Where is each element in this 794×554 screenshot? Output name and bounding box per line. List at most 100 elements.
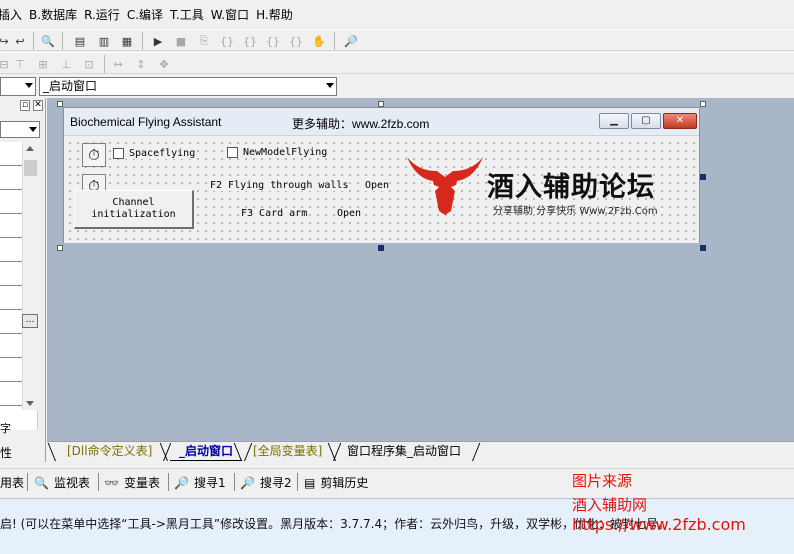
stop-icon[interactable]: ■ <box>173 33 189 49</box>
window-controls: ▁ ▢ ✕ <box>599 113 697 129</box>
window-subtitle: 更多辅助：www.2fzb.com <box>292 117 430 131</box>
channel-init-button[interactable]: Channel initialization <box>74 190 194 229</box>
step-icon[interactable]: ⎘ <box>196 33 212 49</box>
tab-label: 用表 <box>0 476 25 490</box>
object-combo[interactable] <box>0 77 36 96</box>
tab-global-vars[interactable]: [全局变量表] <box>233 443 342 461</box>
scroll-thumb[interactable] <box>24 160 37 176</box>
ellipsis-button[interactable]: … <box>22 314 38 328</box>
same-height-icon[interactable]: ↕ <box>133 56 149 72</box>
step-out-icon[interactable]: {} <box>265 33 281 49</box>
align-grid-icon[interactable]: ⊡ <box>81 56 97 72</box>
close-button[interactable]: ✕ <box>663 113 697 129</box>
step-over-icon[interactable]: {} <box>242 33 258 49</box>
panel-header-buttons: ▫ ✕ <box>20 100 43 111</box>
hand-icon[interactable]: ✋ <box>311 33 327 49</box>
menu-database[interactable]: B.数据库 <box>29 6 84 23</box>
window-combo-value: _启动窗口 <box>43 79 98 93</box>
tab-label: 窗口程序集_启动窗口 <box>347 444 462 458</box>
toolbar-separator <box>62 32 63 50</box>
maximize-icon: ▢ <box>641 115 651 126</box>
toolbar-separator <box>104 55 105 73</box>
newmodelflying-checkbox[interactable]: NewModelFlying <box>227 147 328 158</box>
find-icon[interactable]: 🔍 <box>40 33 56 49</box>
tab-label: 变量表 <box>123 476 160 490</box>
spaceflying-checkbox[interactable]: Spaceflying <box>113 148 196 159</box>
glasses-icon: 👓 <box>104 475 119 490</box>
tab-dll-commands[interactable]: [Dll命令定义表] <box>47 443 172 461</box>
step-into-icon[interactable]: {} <box>219 33 235 49</box>
window-title: Biochemical Flying Assistant <box>70 115 222 129</box>
tab-search-1[interactable]: 🔎 搜寻1 <box>174 474 226 491</box>
stopwatch-icon[interactable]: ⏱ <box>82 143 106 167</box>
f2-label: F2 Flying through walls <box>210 180 349 191</box>
layout-table-icon[interactable]: ▦ <box>119 33 135 49</box>
menu-tools[interactable]: T.工具 <box>170 6 211 23</box>
tab-label: 搜寻2 <box>259 476 292 490</box>
chevron-down-icon <box>25 83 33 88</box>
toolbar-separator <box>27 473 28 491</box>
minimize-button[interactable]: ▁ <box>599 113 629 129</box>
pin-icon[interactable]: ▫ <box>20 100 30 111</box>
run-icon[interactable]: ▶ <box>150 33 166 49</box>
redo-icon[interactable]: ↪ <box>0 33 12 49</box>
find-icon: 🔎 <box>174 475 189 490</box>
resize-handle[interactable] <box>700 101 706 107</box>
tab-variables[interactable]: 👓 变量表 <box>104 474 160 491</box>
close-icon[interactable]: ✕ <box>33 100 43 111</box>
scroll-up-icon[interactable] <box>26 146 34 151</box>
tab-label: 搜寻1 <box>193 476 226 490</box>
property-row-label: 字 <box>0 422 11 435</box>
tab-watch[interactable]: 🔍 监视表 <box>34 474 90 491</box>
toolbar-separator <box>33 32 34 50</box>
align-top-icon[interactable]: ⊤ <box>12 56 28 72</box>
toolbar-separator <box>98 473 99 491</box>
tab-search-2[interactable]: 🔎 搜寻2 <box>240 474 292 491</box>
menu-help[interactable]: H.帮助 <box>256 6 300 23</box>
window-combo[interactable]: _启动窗口 <box>39 77 337 96</box>
menu-compile[interactable]: C.编译 <box>127 6 170 23</box>
property-scrollbar[interactable] <box>22 142 38 410</box>
window-titlebar: Biochemical Flying Assistant 更多辅助：www.2f… <box>64 108 699 136</box>
layout-window-icon[interactable]: ▤ <box>72 33 88 49</box>
watermark-line-3: https://www.2fzb.com <box>572 515 746 534</box>
output-toolbar: 用表 🔍 监视表 👓 变量表 🔎 搜寻1 🔎 搜寻2 ▤ 剪辑历史 <box>0 468 794 496</box>
same-width-icon[interactable]: ↔ <box>110 56 126 72</box>
same-size-icon[interactable]: ✥ <box>156 56 172 72</box>
menu-bar: 插入 B.数据库 R.运行 C.编译 T.工具 W.窗口 H.帮助 <box>0 0 794 28</box>
toolbar-separator <box>142 32 143 50</box>
tab-use-table[interactable]: 用表 <box>0 474 24 491</box>
f3-label: F3 Card arm <box>241 208 308 219</box>
tab-window-assembly[interactable]: 窗口程序集_启动窗口 <box>327 443 481 461</box>
tab-clip-history[interactable]: ▤ 剪辑历史 <box>304 474 368 491</box>
toolbar-separator <box>334 32 335 50</box>
align-left-icon[interactable]: ⊟ <box>0 56 12 72</box>
button-line-1: Channel <box>112 197 155 208</box>
menu-insert[interactable]: 插入 <box>0 6 29 23</box>
layout-split-icon[interactable]: ▥ <box>96 33 112 49</box>
menu-window[interactable]: W.窗口 <box>211 6 256 23</box>
undo-icon[interactable]: ↩ <box>12 33 28 49</box>
property-tab-label[interactable]: 性 <box>0 444 12 461</box>
tab-startup-window[interactable]: _启动窗口 <box>159 443 253 461</box>
checkbox-box[interactable] <box>227 147 238 158</box>
checkbox-box[interactable] <box>113 148 124 159</box>
resize-handle[interactable] <box>700 245 706 251</box>
menu-run[interactable]: R.运行 <box>84 6 127 23</box>
run-to-cursor-icon[interactable]: {} <box>288 33 304 49</box>
align-middle-icon[interactable]: ⊞ <box>35 56 51 72</box>
help-search-icon[interactable]: 🔎 <box>343 33 359 49</box>
maximize-button[interactable]: ▢ <box>631 113 661 129</box>
property-combo[interactable] <box>0 121 40 138</box>
scroll-down-icon[interactable] <box>26 401 34 406</box>
editor-tabs: [Dll命令定义表] _启动窗口 [全局变量表] 窗口程序集_启动窗口 <box>47 441 794 462</box>
align-bottom-icon[interactable]: ⊥ <box>58 56 74 72</box>
logo-tagline: 分享辅助 分享快乐 Www.2Fzb.Com <box>493 206 658 217</box>
watermark-line-1: 图片来源 <box>572 472 633 490</box>
watermark-line-2: 酒入辅助网 <box>572 496 648 514</box>
resize-handle[interactable] <box>378 245 384 251</box>
resize-handle[interactable] <box>700 174 706 180</box>
resize-handle[interactable] <box>57 245 63 251</box>
f3-status: Open <box>337 208 362 219</box>
document-icon: ▤ <box>304 475 316 490</box>
